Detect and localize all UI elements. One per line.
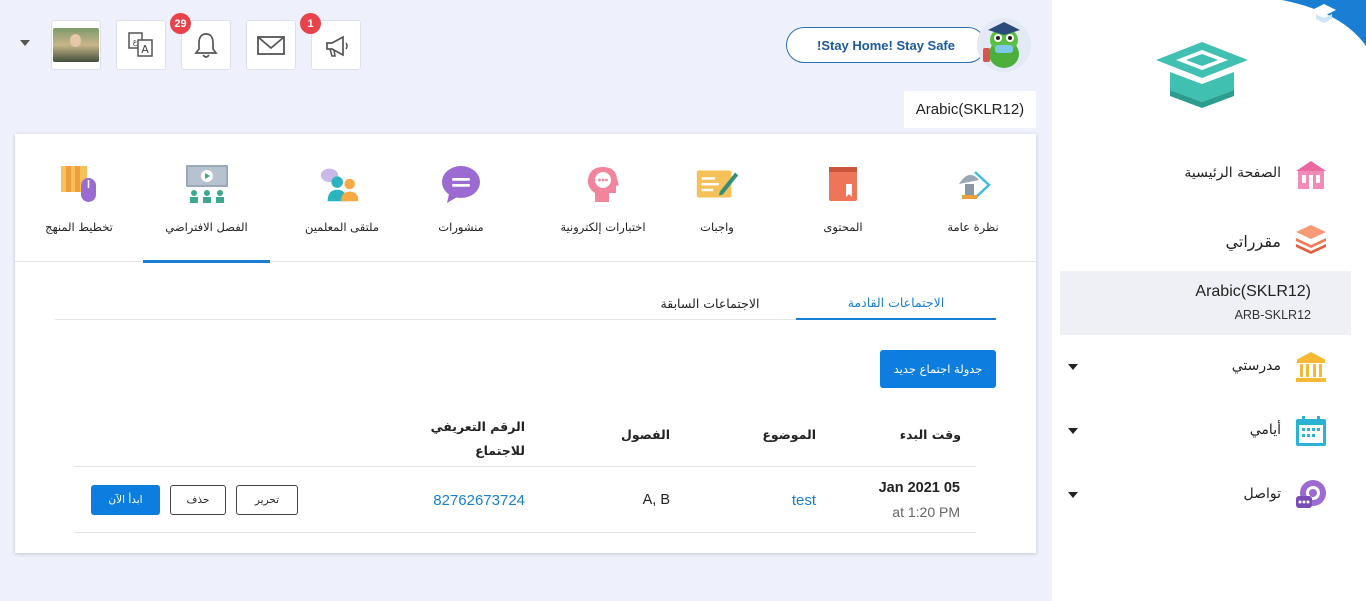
- profile-button[interactable]: [51, 20, 101, 70]
- chat-bubble-icon: [442, 166, 480, 203]
- tab-label: تخطيط المنهج: [45, 220, 113, 234]
- tab-teachers-forum[interactable]: ملتقى المعلمين: [287, 134, 397, 262]
- tab-virtual-class[interactable]: الفصل الافتراضي: [143, 134, 270, 263]
- column-topic: الموضوع: [762, 427, 816, 442]
- nav-home[interactable]: الصفحة الرئيسية: [1060, 143, 1351, 207]
- tab-upcoming-meetings[interactable]: الاجتماعات القادمة: [796, 286, 996, 320]
- tab-label: ملتقى المعلمين: [304, 220, 380, 234]
- messages-button[interactable]: [246, 20, 296, 70]
- schedule-meeting-button[interactable]: جدولة اجتماع جديد: [880, 350, 996, 388]
- column-meeting-id-line1: الرقم التعريفي: [430, 419, 525, 434]
- meetings-subtabs: الاجتماعات القادمة الاجتماعات السابقة: [55, 286, 996, 320]
- quiz-icon: [587, 167, 619, 202]
- app-logo[interactable]: [1146, 40, 1258, 110]
- course-title: Arabic(SKLR12): [904, 91, 1036, 128]
- tab-quizzes[interactable]: اختبارات إلكترونية: [535, 134, 671, 262]
- current-course-name: Arabic(SKLR12): [1195, 283, 1311, 300]
- tab-posts[interactable]: منشورات: [413, 134, 509, 262]
- column-start-time: وقت البدء: [899, 427, 961, 442]
- column-meeting-id-line2: للاجتماع: [475, 443, 525, 458]
- svg-text:ع: ع: [133, 37, 138, 46]
- communicate-icon: [1293, 477, 1329, 513]
- meeting-time: at 1:20 PM: [892, 504, 960, 520]
- delete-meeting-button[interactable]: حذف: [170, 485, 226, 515]
- profile-photo: [53, 28, 99, 62]
- overview-icon: [959, 171, 991, 199]
- chevron-down-icon: [1068, 428, 1078, 434]
- book-icon: [829, 167, 857, 201]
- nav-home-label: الصفحة الرئيسية: [1184, 165, 1281, 181]
- language-button[interactable]: A ع: [116, 20, 166, 70]
- column-meeting-id: الرقم التعريفي للاجتماع: [431, 415, 525, 463]
- course-tabs: نظرة عامة المحتوى واجبات اختبارات إلكترو…: [15, 134, 1036, 263]
- translate-icon: A ع: [128, 32, 153, 57]
- meeting-id-link[interactable]: 82762673724: [433, 492, 525, 509]
- courses-stack-icon: [1293, 221, 1329, 257]
- top-bar: A ع 29 1 !Stay Home! Stay Safe Arabic(SK…: [0, 0, 1052, 128]
- nav-communicate-label: تواصل: [1243, 486, 1281, 502]
- announcements-button[interactable]: 1: [300, 13, 361, 70]
- nav-my-school-label: مدرستي: [1231, 358, 1281, 374]
- assignment-icon: [696, 170, 739, 198]
- notifications-button[interactable]: 29: [170, 13, 231, 70]
- nav-my-courses-label: مقرراتي: [1225, 232, 1281, 251]
- tab-label: اختبارات إلكترونية: [560, 220, 646, 234]
- tab-curriculum[interactable]: تخطيط المنهج: [29, 134, 129, 262]
- notifications-badge: 29: [170, 13, 191, 34]
- teachers-icon: [320, 168, 359, 202]
- mascot-avatar[interactable]: [976, 16, 1032, 74]
- curriculum-icon: [61, 166, 96, 202]
- table-row-divider: [74, 532, 976, 533]
- announcements-badge: 1: [300, 13, 321, 34]
- corner-logo-badge[interactable]: [1282, 0, 1366, 46]
- calendar-icon: [1293, 413, 1329, 449]
- nav-communicate[interactable]: تواصل: [1060, 463, 1351, 527]
- virtual-class-icon: [185, 165, 228, 203]
- tab-label: نظرة عامة: [947, 220, 999, 234]
- sidebar-current-course[interactable]: Arabic(SKLR12) ARB-SKLR12: [1060, 271, 1351, 335]
- chevron-down-icon: [1068, 492, 1078, 498]
- account-dropdown-caret[interactable]: [20, 40, 30, 46]
- tab-label: واجبات: [700, 220, 734, 234]
- megaphone-icon: [326, 35, 348, 57]
- tab-assignments[interactable]: واجبات: [669, 134, 765, 262]
- tab-label: منشورات: [438, 220, 484, 234]
- meeting-date: Jan 2021 05: [878, 480, 960, 496]
- meeting-topic-link[interactable]: test: [792, 492, 816, 509]
- virtual-class-card: نظرة عامة المحتوى واجبات اختبارات إلكترو…: [15, 134, 1036, 553]
- sidebar: الصفحة الرئيسية مقرراتي Arabic(SKLR12) A…: [1052, 0, 1366, 601]
- envelope-icon: [257, 36, 285, 55]
- school-icon: [1293, 349, 1329, 385]
- svg-text:A: A: [141, 43, 149, 56]
- chevron-down-icon: [1068, 364, 1078, 370]
- edit-meeting-button[interactable]: تحرير: [236, 485, 298, 515]
- start-meeting-button[interactable]: ابدأ الآن: [91, 485, 160, 515]
- home-icon: [1293, 157, 1329, 193]
- table-header-divider: [74, 466, 976, 467]
- tab-previous-meetings[interactable]: الاجتماعات السابقة: [625, 286, 795, 320]
- column-classes: الفصول: [621, 427, 670, 442]
- nav-my-days[interactable]: أيامي: [1060, 399, 1351, 463]
- tab-overview[interactable]: نظرة عامة: [925, 134, 1021, 262]
- nav-my-school[interactable]: مدرستي: [1060, 335, 1351, 399]
- stay-safe-pill[interactable]: !Stay Home! Stay Safe: [786, 27, 986, 63]
- current-course-code: ARB-SKLR12: [1234, 308, 1311, 322]
- nav-my-courses[interactable]: مقرراتي: [1060, 207, 1351, 271]
- tab-label: المحتوى: [823, 220, 863, 234]
- bell-icon: [194, 33, 218, 58]
- tab-label: الفصل الافتراضي: [165, 220, 248, 234]
- tab-content[interactable]: المحتوى: [795, 134, 891, 262]
- nav-my-days-label: أيامي: [1249, 422, 1281, 438]
- meeting-classes: A, B: [642, 492, 670, 508]
